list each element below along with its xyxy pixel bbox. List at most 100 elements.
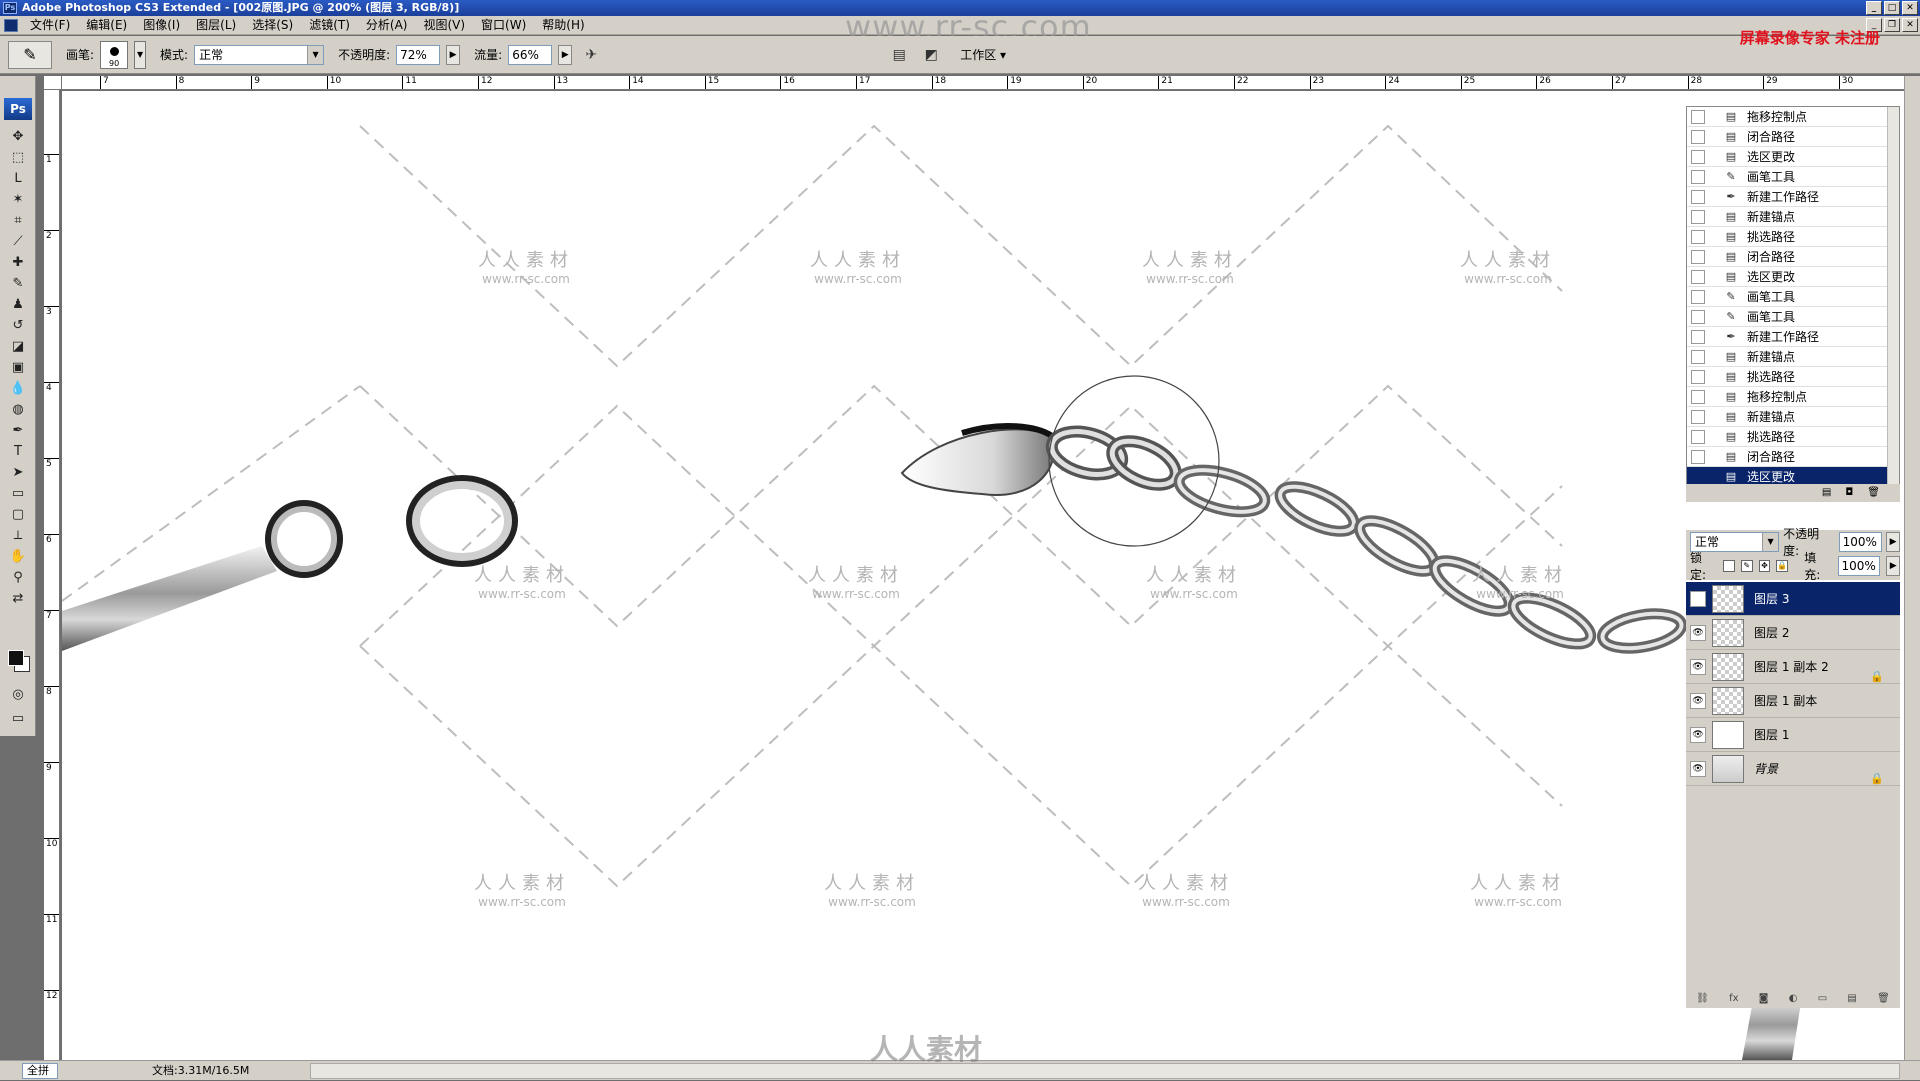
layer-row[interactable]: 👁 图层 1 副本 xyxy=(1686,684,1900,718)
foreground-color-swatch[interactable] xyxy=(8,650,24,666)
layer-name[interactable]: 图层 1 xyxy=(1754,728,1789,742)
layer-name[interactable]: 图层 1 副本 2 xyxy=(1754,660,1829,674)
history-item[interactable]: ▤ 选区更改 xyxy=(1687,147,1899,167)
vertical-scrollbar[interactable] xyxy=(1904,76,1920,1060)
history-source-checkbox[interactable] xyxy=(1691,450,1705,464)
eye-icon[interactable]: 👁 xyxy=(1690,761,1706,777)
menu-file[interactable]: 文件(F) xyxy=(22,16,78,35)
history-item[interactable]: ▤ 拖移控制点 xyxy=(1687,107,1899,127)
layer-name[interactable]: 背景 xyxy=(1754,762,1778,776)
lock-position-icon[interactable]: ✥ xyxy=(1758,560,1771,572)
layer-opacity-slider[interactable]: ▶ xyxy=(1886,532,1901,552)
menu-view[interactable]: 视图(V) xyxy=(415,16,473,35)
eye-icon[interactable]: 👁 xyxy=(1690,693,1706,709)
flow-input[interactable]: 66% xyxy=(508,44,553,65)
history-source-checkbox[interactable] xyxy=(1691,390,1705,404)
bridge-icon[interactable]: ◩ xyxy=(918,43,944,67)
default-colors-icon[interactable]: ⇄ xyxy=(0,588,36,609)
history-item[interactable]: ▤ 新建锚点 xyxy=(1687,207,1899,227)
history-source-checkbox[interactable] xyxy=(1691,290,1705,304)
history-scrollbar[interactable] xyxy=(1887,107,1899,501)
menu-image[interactable]: 图像(I) xyxy=(135,16,188,35)
history-item[interactable]: ✒ 新建工作路径 xyxy=(1687,327,1899,347)
menu-window[interactable]: 窗口(W) xyxy=(473,16,534,35)
history-source-checkbox[interactable] xyxy=(1691,330,1705,344)
layer-row[interactable]: 👁 背景 🔒 xyxy=(1686,752,1900,786)
history-source-checkbox[interactable] xyxy=(1691,310,1705,324)
magic-wand-icon[interactable]: ✶ xyxy=(0,189,36,210)
horizontal-scrollbar[interactable] xyxy=(310,1063,1900,1079)
brush-dropdown-icon[interactable]: ▼ xyxy=(134,40,147,69)
doc-restore-button[interactable]: ❐ xyxy=(1884,18,1900,32)
maximize-button[interactable]: □ xyxy=(1884,1,1900,15)
blend-mode-select[interactable]: 正常 ▼ xyxy=(1690,532,1780,552)
lock-all-icon[interactable]: 🔒 xyxy=(1776,560,1789,572)
opacity-slider-button[interactable]: ▶ xyxy=(446,44,461,65)
history-source-checkbox[interactable] xyxy=(1691,410,1705,424)
stamp-tool-icon[interactable]: ♟ xyxy=(0,294,36,315)
eraser-tool-icon[interactable]: ◪ xyxy=(0,336,36,357)
menu-help[interactable]: 帮助(H) xyxy=(534,16,592,35)
eye-icon[interactable]: 👁 xyxy=(1690,625,1706,641)
blur-tool-icon[interactable]: 💧 xyxy=(0,378,36,399)
zoom-field[interactable]: 全拼 xyxy=(22,1063,58,1079)
ps-logo[interactable]: Ps xyxy=(4,98,32,120)
history-brush-icon[interactable]: ↺ xyxy=(0,315,36,336)
history-source-checkbox[interactable] xyxy=(1691,270,1705,284)
document-icon[interactable] xyxy=(4,19,18,32)
history-item[interactable]: ✎ 画笔工具 xyxy=(1687,287,1899,307)
hand-tool-icon[interactable]: ✋ xyxy=(0,546,36,567)
eye-icon[interactable]: 👁 xyxy=(1690,727,1706,743)
history-source-checkbox[interactable] xyxy=(1691,250,1705,264)
history-item[interactable]: ▤ 挑选路径 xyxy=(1687,367,1899,387)
lasso-tool-icon[interactable]: ᒪ xyxy=(0,168,36,189)
lock-transparency-icon[interactable] xyxy=(1723,560,1735,572)
new-layer-icon[interactable]: ▤ xyxy=(1847,990,1856,1008)
layer-row[interactable]: 👁 图层 3 xyxy=(1686,582,1900,616)
marquee-tool-icon[interactable]: ⬚ xyxy=(0,147,36,168)
document-info[interactable]: 文档:3.31M/16.5M xyxy=(152,1061,249,1081)
history-source-checkbox[interactable] xyxy=(1691,350,1705,364)
history-item[interactable]: ▤ 选区更改 xyxy=(1687,267,1899,287)
history-item[interactable]: ▤ 新建锚点 xyxy=(1687,407,1899,427)
delete-layer-icon[interactable]: 🗑 xyxy=(1877,990,1890,1008)
menu-select[interactable]: 选择(S) xyxy=(244,16,301,35)
layer-opacity-input[interactable]: 100% xyxy=(1838,532,1883,552)
new-document-icon[interactable]: ▤ xyxy=(1822,484,1831,502)
eye-icon[interactable]: 👁 xyxy=(1690,659,1706,675)
mode-select[interactable]: 正常 ▼ xyxy=(194,44,325,65)
layer-mask-icon[interactable]: ◙ xyxy=(1759,990,1769,1008)
airbrush-icon[interactable]: ✈ xyxy=(578,43,604,67)
fill-slider[interactable]: ▶ xyxy=(1886,556,1900,576)
layer-row[interactable]: 👁 图层 2 xyxy=(1686,616,1900,650)
slice-tool-icon[interactable]: ⟋ xyxy=(0,231,36,252)
shape-tool-icon[interactable]: ▭ xyxy=(0,483,36,504)
minimize-button[interactable]: _ xyxy=(1866,1,1882,15)
adjustment-layer-icon[interactable]: ◐ xyxy=(1789,990,1798,1008)
history-source-checkbox[interactable] xyxy=(1691,130,1705,144)
close-button[interactable]: ✕ xyxy=(1902,1,1918,15)
opacity-input[interactable]: 72% xyxy=(396,44,441,65)
history-item[interactable]: ✒ 新建工作路径 xyxy=(1687,187,1899,207)
new-group-icon[interactable]: ▭ xyxy=(1818,990,1827,1008)
history-item[interactable]: ✎ 画笔工具 xyxy=(1687,167,1899,187)
dodge-tool-icon[interactable]: ◍ xyxy=(0,399,36,420)
history-source-checkbox[interactable] xyxy=(1691,230,1705,244)
layer-name[interactable]: 图层 3 xyxy=(1754,592,1789,606)
layer-name[interactable]: 图层 2 xyxy=(1754,626,1789,640)
path-select-icon[interactable]: ➤ xyxy=(0,462,36,483)
lock-pixels-icon[interactable]: ✎ xyxy=(1740,560,1753,572)
palette-well-icon[interactable]: ▤ xyxy=(886,43,912,67)
history-item[interactable]: ▤ 挑选路径 xyxy=(1687,427,1899,447)
zoom-tool-icon[interactable]: ⚲ xyxy=(0,567,36,588)
trash-icon[interactable]: 🗑 xyxy=(1867,484,1880,502)
history-source-checkbox[interactable] xyxy=(1691,170,1705,184)
screen-mode-icon[interactable]: ▭ xyxy=(0,708,36,729)
layer-style-icon[interactable]: fx xyxy=(1729,990,1738,1008)
workspace-menu[interactable]: 工作区 ▾ xyxy=(960,46,1006,63)
history-source-checkbox[interactable] xyxy=(1691,430,1705,444)
crop-tool-icon[interactable]: ⌗ xyxy=(0,210,36,231)
type-tool-icon[interactable]: T xyxy=(0,441,36,462)
history-item[interactable]: ▤ 闭合路径 xyxy=(1687,247,1899,267)
menu-filter[interactable]: 滤镜(T) xyxy=(301,16,358,35)
